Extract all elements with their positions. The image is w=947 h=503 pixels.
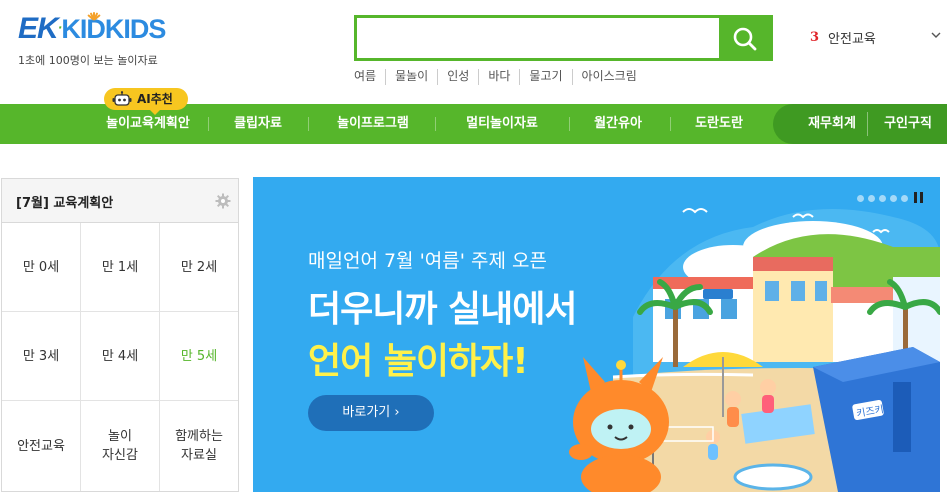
education-plan-panel: [7월] 교육계획안 만 0세 만 1세 만 2세 만 3세 만 4세 만 5세… (1, 178, 239, 492)
plan-grid: 만 0세 만 1세 만 2세 만 3세 만 4세 만 5세 안전교육 놀이 자신… (2, 223, 238, 491)
keyword-link[interactable]: 여름 (354, 69, 385, 85)
plan-cell-safety[interactable]: 안전교육 (2, 401, 81, 491)
gear-icon[interactable] (215, 193, 231, 209)
ai-badge-label: AI추천 (137, 92, 173, 106)
chevron-down-icon[interactable] (931, 30, 941, 40)
search-button[interactable] (719, 18, 770, 58)
plan-cell-age-4[interactable]: 만 4세 (81, 312, 160, 401)
plan-cell-age-1[interactable]: 만 1세 (81, 223, 160, 312)
carousel-dot[interactable] (857, 194, 864, 202)
keyword-link[interactable]: 아이스크림 (571, 69, 646, 85)
logo-kidkids: KIDKIDS (61, 14, 166, 44)
chevron-right-icon: › (394, 405, 400, 420)
banner-go-button[interactable]: 바로가기 › (308, 395, 434, 431)
pause-icon[interactable] (914, 192, 924, 203)
banner-headline-1: 더우니까 실내에서 (308, 289, 577, 330)
nav-item-clips[interactable]: 클립자료 (218, 104, 298, 144)
ai-recommend-badge[interactable]: AI추천 (104, 88, 188, 115)
banner-go-label: 바로가기 (342, 405, 391, 420)
logo-ek: EK (18, 12, 59, 45)
keyword-link[interactable]: 바다 (478, 69, 519, 85)
nav-item-monthly[interactable]: 월간유아 (582, 104, 654, 144)
hero-banner[interactable]: 키즈키즈 매일언어 7월 '여름' 주제 오픈 더우니까 실내에서 언어 놀이하… (253, 177, 940, 492)
robot-icon (112, 91, 132, 106)
plan-cell-age-3[interactable]: 만 3세 (2, 312, 81, 401)
carousel-dot[interactable] (890, 194, 897, 202)
nav-item-jobs[interactable]: 구인구직 (873, 104, 943, 144)
carousel-dot[interactable] (868, 194, 875, 202)
popular-keywords: 여름 물놀이 인성 바다 물고기 아이스크림 (354, 69, 646, 85)
carousel-dot[interactable] (879, 194, 886, 202)
carousel-indicators (857, 193, 912, 203)
plan-title: [7월] 교육계획안 (16, 196, 114, 211)
nav-item-plan[interactable]: 놀이교육계획안 (95, 104, 201, 144)
page: EK·KIDKIDS 1초에 100명이 보는 놀이자료 여름 물놀이 인성 바… (0, 0, 947, 503)
carousel-dot[interactable] (901, 194, 908, 202)
ranking-label: 안전교육 (828, 32, 876, 47)
keyword-link[interactable]: 물놀이 (385, 69, 437, 85)
search-box (354, 15, 773, 61)
search-input[interactable] (357, 18, 719, 58)
nav-item-accounting[interactable]: 재무회계 (798, 104, 866, 144)
trending-ranking[interactable]: 3 안전교육 (810, 28, 876, 47)
nav-item-multi[interactable]: 멀티놀이자료 (452, 104, 552, 144)
plan-cell-age-5[interactable]: 만 5세 (160, 312, 238, 401)
plan-cell-age-2[interactable]: 만 2세 (160, 223, 238, 312)
plan-header: [7월] 교육계획안 (2, 179, 238, 223)
site-logo[interactable]: EK·KIDKIDS 1초에 100명이 보는 놀이자료 (18, 8, 188, 67)
plan-cell-shared-library[interactable]: 함께하는 자료실 (160, 401, 238, 491)
banner-subtitle: 매일언어 7월 '여름' 주제 오픈 (308, 250, 547, 272)
logo-tagline: 1초에 100명이 보는 놀이자료 (18, 54, 158, 67)
keyword-link[interactable]: 물고기 (519, 69, 571, 85)
banner-headline-2: 언어 놀이하자! (308, 341, 529, 382)
nav-item-doran[interactable]: 도란도란 (683, 104, 755, 144)
sun-rays-icon (86, 8, 102, 21)
plan-cell-play-confidence[interactable]: 놀이 자신감 (81, 401, 160, 491)
keyword-link[interactable]: 인성 (437, 69, 478, 85)
ranking-number: 3 (810, 30, 820, 45)
nav-item-programs[interactable]: 놀이프로그램 (325, 104, 421, 144)
search-icon (733, 27, 757, 51)
plan-cell-age-0[interactable]: 만 0세 (2, 223, 81, 312)
main-nav: 놀이교육계획안 클립자료 놀이프로그램 멀티놀이자료 월간유아 도란도란 재무회… (0, 104, 947, 144)
